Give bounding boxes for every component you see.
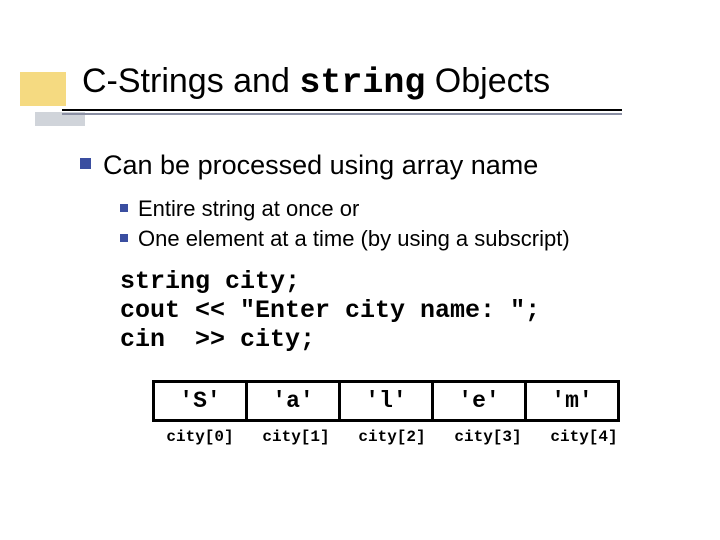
bullet-level2-block: Entire string at once or One element at …	[120, 195, 680, 254]
table-cell: 'l'	[340, 382, 433, 421]
bullet-sub2-text: One element at a time (by using a subscr…	[138, 226, 570, 251]
array-label: city[4]	[536, 428, 632, 446]
title-code: string	[299, 63, 425, 103]
table-cell: 'a'	[247, 382, 340, 421]
bullet-square-icon	[120, 204, 128, 212]
slide: C-Strings and string Objects Can be proc…	[0, 0, 720, 540]
bullet-level2-line: Entire string at once or	[120, 195, 680, 223]
bullet-square-icon	[80, 158, 91, 169]
title-wrap: C-Strings and string Objects	[82, 62, 680, 115]
slide-title: C-Strings and string Objects	[82, 62, 680, 103]
array-label: city[1]	[248, 428, 344, 446]
table-cell: 'm'	[526, 382, 619, 421]
title-post: Objects	[425, 62, 550, 100]
array-table-wrap: 'S' 'a' 'l' 'e' 'm' city[0] city[1] city…	[152, 380, 632, 446]
array-label: city[2]	[344, 428, 440, 446]
bullet-level1-text: Can be processed using array name	[103, 150, 538, 180]
title-pre: C-Strings and	[82, 62, 299, 100]
bullet-level2-line: One element at a time (by using a subscr…	[120, 225, 680, 253]
title-underline	[62, 109, 622, 115]
bullet-sub1-text: Entire string at once or	[138, 196, 359, 221]
table-cell: 'e'	[433, 382, 526, 421]
array-labels: city[0] city[1] city[2] city[3] city[4]	[152, 428, 632, 446]
code-block: string city; cout << "Enter city name: "…	[120, 268, 540, 354]
array-label: city[0]	[152, 428, 248, 446]
array-table: 'S' 'a' 'l' 'e' 'm'	[152, 380, 620, 422]
array-label: city[3]	[440, 428, 536, 446]
bullet-level1: Can be processed using array name	[80, 150, 680, 181]
table-cell: 'S'	[154, 382, 247, 421]
decor-bar-yellow	[20, 72, 66, 106]
table-row: 'S' 'a' 'l' 'e' 'm'	[154, 382, 619, 421]
bullet-square-icon	[120, 234, 128, 242]
